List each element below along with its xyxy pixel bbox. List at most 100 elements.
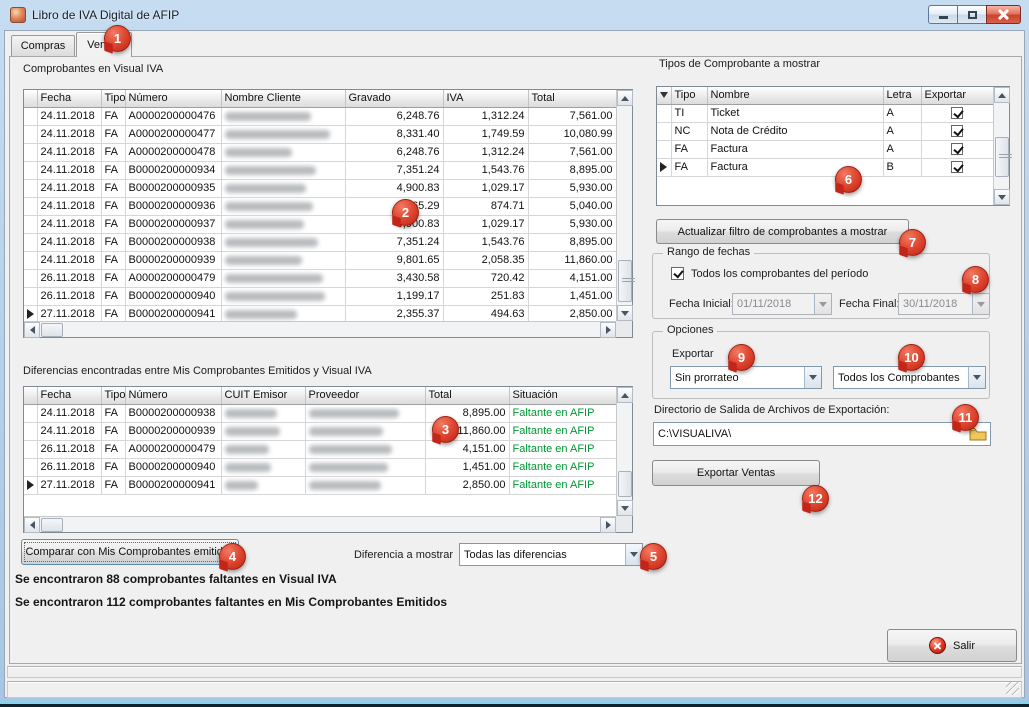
- current-row-icon: [660, 162, 667, 172]
- title-bar: Libro de IVA Digital de AFIP: [0, 0, 1029, 30]
- redacted-text: [225, 148, 293, 157]
- table-row[interactable]: 24.11.2018FAB000020000093911,860.00Falta…: [24, 422, 616, 440]
- resize-grip[interactable]: [1006, 682, 1019, 695]
- table-row[interactable]: 24.11.2018FAB00002000009399,801.652,058.…: [24, 251, 616, 269]
- table-row[interactable]: 26.11.2018FAB00002000009401,199.17251.83…: [24, 287, 616, 305]
- table-row[interactable]: 24.11.2018FAB00002000009374,900.831,029.…: [24, 215, 616, 233]
- table-row[interactable]: 26.11.2018FAB00002000009401,451.00Faltan…: [24, 458, 616, 476]
- table-row[interactable]: FAFacturaB: [657, 158, 993, 176]
- diferencia-a-mostrar-label: Diferencia a mostrar: [335, 549, 453, 561]
- scroll-down-icon[interactable]: [994, 189, 1010, 205]
- exportar-ventas-button[interactable]: Exportar Ventas: [652, 460, 820, 486]
- maximize-button[interactable]: [957, 5, 986, 24]
- table-row[interactable]: 24.11.2018FAB00002000009388,895.00Faltan…: [24, 404, 616, 422]
- dropdown-arrow-icon[interactable]: [968, 367, 985, 388]
- dropdown-arrow-icon[interactable]: [972, 294, 989, 314]
- table-row[interactable]: NCNota de CréditoA: [657, 122, 993, 140]
- row-selector: [24, 458, 37, 476]
- output-directory-input[interactable]: C:\VISUALIVA\: [653, 422, 991, 446]
- column-header: Proveedor: [305, 387, 425, 404]
- table-row[interactable]: 24.11.2018FAA00002000004786,248.761,312.…: [24, 143, 616, 161]
- exportar-checkbox[interactable]: [951, 107, 963, 119]
- current-row-icon: [27, 480, 34, 490]
- visual-iva-grid-title: Comprobantes en Visual IVA: [23, 63, 163, 75]
- table-row[interactable]: 24.11.2018FAB00002000009387,351.241,543.…: [24, 233, 616, 251]
- row-selector: [24, 215, 37, 233]
- filter-icon: [660, 92, 668, 98]
- column-header: [657, 87, 671, 104]
- table-row[interactable]: 24.11.2018FAB00002000009364,165.29874.71…: [24, 197, 616, 215]
- output-directory-value: C:\VISUALIVA\: [654, 428, 968, 440]
- redacted-text: [309, 445, 393, 454]
- row-selector: [24, 125, 37, 143]
- row-selector: [24, 269, 37, 287]
- vscroll-thumb[interactable]: [618, 471, 632, 497]
- column-header: Número: [125, 90, 221, 107]
- exportar-checkbox[interactable]: [951, 161, 963, 173]
- row-selector: [657, 122, 671, 140]
- exportar-checkbox[interactable]: [951, 125, 963, 137]
- table-row[interactable]: FAFacturaA: [657, 140, 993, 158]
- actualizar-filtro-button[interactable]: Actualizar filtro de comprobantes a most…: [656, 219, 909, 244]
- status-bar-bottom: [7, 681, 1022, 698]
- scroll-down-icon[interactable]: [617, 500, 633, 516]
- visual-iva-grid: FechaTipoNúmeroNombre ClienteGravadoIVAT…: [23, 89, 633, 338]
- comparar-button[interactable]: Comparar con Mis Comprobantes emitidos: [21, 539, 239, 565]
- diferencias-grid-hscrollbar[interactable]: [24, 516, 616, 532]
- scroll-left-icon[interactable]: [24, 322, 40, 338]
- vscroll-thumb[interactable]: [618, 260, 632, 302]
- scroll-up-icon[interactable]: [617, 387, 633, 403]
- visual-iva-grid-hscrollbar[interactable]: [24, 321, 616, 337]
- table-row[interactable]: 26.11.2018FAA00002000004793,430.58720.42…: [24, 269, 616, 287]
- redacted-text: [225, 310, 298, 319]
- fecha-inicial-value: 01/11/2018: [733, 298, 814, 310]
- row-selector: [657, 104, 671, 122]
- diferencia-a-mostrar-select[interactable]: Todas las diferencias: [459, 543, 643, 566]
- minimize-icon: [939, 16, 948, 19]
- table-row[interactable]: 24.11.2018FAA00002000004778,331.401,749.…: [24, 125, 616, 143]
- rango-de-fechas-group: Rango de fechas Todos los comprobantes d…: [652, 253, 990, 319]
- table-row[interactable]: 24.11.2018FAA00002000004766,248.761,312.…: [24, 107, 616, 125]
- scroll-down-icon[interactable]: [617, 305, 633, 321]
- tipos-grid-vscrollbar[interactable]: [993, 87, 1009, 205]
- status-bar-top: [7, 666, 1022, 678]
- close-button[interactable]: [986, 5, 1021, 24]
- row-selector: [24, 476, 37, 494]
- fecha-final-select[interactable]: 30/11/2018: [898, 293, 990, 315]
- table-row[interactable]: 24.11.2018FAB00002000009347,351.241,543.…: [24, 161, 616, 179]
- salir-button[interactable]: Salir: [887, 629, 1017, 662]
- vscroll-thumb[interactable]: [995, 137, 1009, 177]
- scroll-up-icon[interactable]: [994, 87, 1010, 103]
- diferencias-grid-vscrollbar[interactable]: [616, 387, 632, 516]
- column-header: Nombre: [707, 87, 883, 104]
- visual-iva-grid-vscrollbar[interactable]: [616, 90, 632, 321]
- todos-comprobantes-checkbox[interactable]: [671, 267, 684, 280]
- hscroll-thumb[interactable]: [41, 323, 63, 337]
- table-row[interactable]: TITicketA: [657, 104, 993, 122]
- fecha-inicial-select[interactable]: 01/11/2018: [732, 293, 832, 315]
- fecha-inicial-label: Fecha Inicial:: [669, 298, 734, 310]
- scroll-right-icon[interactable]: [600, 322, 616, 338]
- column-header: CUIT Emisor: [221, 387, 305, 404]
- dropdown-arrow-icon[interactable]: [814, 294, 831, 314]
- scroll-up-icon[interactable]: [617, 90, 633, 106]
- prorrateo-value: Sin prorrateo: [671, 372, 804, 384]
- row-selector: [24, 404, 37, 422]
- dropdown-arrow-icon[interactable]: [804, 367, 821, 388]
- current-row-icon: [27, 309, 34, 319]
- salir-label: Salir: [953, 640, 975, 652]
- scroll-right-icon[interactable]: [600, 517, 616, 533]
- table-row[interactable]: 24.11.2018FAB00002000009354,900.831,029.…: [24, 179, 616, 197]
- redacted-text: [225, 481, 259, 490]
- status-faltantes-mis-comprobantes: Se encontraron 112 comprobantes faltante…: [15, 595, 447, 609]
- table-row[interactable]: 27.11.2018FAB00002000009412,850.00Faltan…: [24, 476, 616, 494]
- scroll-left-icon[interactable]: [24, 517, 40, 533]
- minimize-button[interactable]: [928, 5, 957, 24]
- hscroll-thumb[interactable]: [41, 518, 63, 532]
- table-row[interactable]: 27.11.2018FAB00002000009412,355.37494.63…: [24, 305, 616, 321]
- exportar-checkbox[interactable]: [951, 143, 963, 155]
- column-header: Situación: [509, 387, 616, 404]
- table-row[interactable]: 26.11.2018FAA00002000004794,151.00Faltan…: [24, 440, 616, 458]
- redacted-text: [309, 481, 381, 490]
- tab-compras[interactable]: Compras: [11, 35, 75, 56]
